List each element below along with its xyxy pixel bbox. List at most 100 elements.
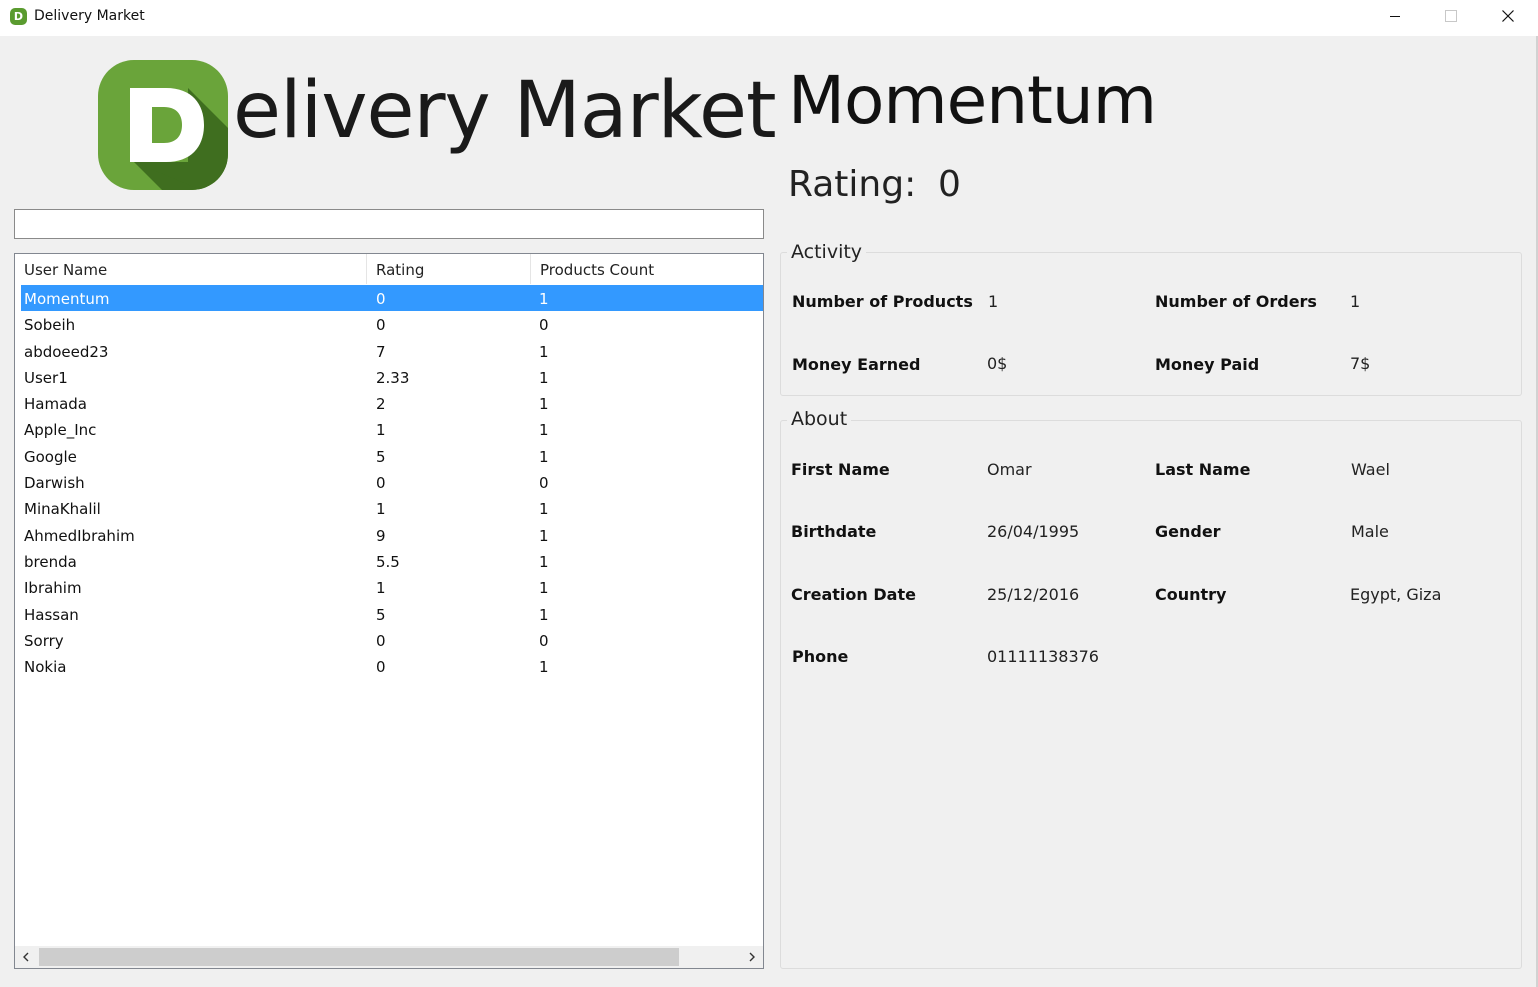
table-row[interactable]: Sorry 0 0 — [21, 627, 763, 653]
about-group — [780, 420, 1522, 969]
money-earned-label: Money Earned — [792, 355, 921, 374]
cell-products-count: 1 — [539, 526, 549, 545]
table-row[interactable]: AhmedIbrahim 9 1 — [21, 522, 763, 548]
chevron-left-icon — [23, 952, 29, 962]
cell-rating: 5.5 — [376, 552, 400, 571]
cell-rating: 9 — [376, 526, 386, 545]
logo-text: elivery Market — [233, 66, 777, 156]
cell-products-count: 1 — [539, 579, 549, 598]
table-row[interactable]: Nokia 0 1 — [21, 653, 763, 679]
creation-date-value: 25/12/2016 — [987, 585, 1080, 604]
table-row[interactable]: abdoeed23 7 1 — [21, 338, 763, 364]
cell-rating: 1 — [376, 579, 386, 598]
cell-user-name: Hassan — [24, 605, 79, 624]
chevron-right-icon — [749, 952, 755, 962]
cell-rating: 2.33 — [376, 368, 410, 387]
cell-rating: 1 — [376, 421, 386, 440]
money-paid-value: 7$ — [1350, 354, 1371, 373]
app-icon: D — [10, 8, 27, 25]
cell-user-name: User1 — [24, 368, 68, 387]
gender-label: Gender — [1155, 522, 1221, 541]
cell-products-count: 1 — [539, 552, 549, 571]
title-bar: D Delivery Market — [0, 0, 1538, 36]
cell-user-name: Apple_Inc — [24, 421, 97, 440]
cell-products-count: 1 — [539, 368, 549, 387]
cell-user-name: Sobeih — [24, 316, 76, 335]
cell-products-count: 1 — [539, 421, 549, 440]
phone-value: 01111138376 — [987, 647, 1099, 666]
cell-products-count: 1 — [539, 500, 549, 519]
horizontal-scrollbar[interactable] — [15, 946, 763, 968]
profile-name: Momentum — [788, 62, 1157, 139]
cell-user-name: AhmedIbrahim — [24, 526, 135, 545]
last-name-label: Last Name — [1155, 460, 1251, 479]
scroll-right-button[interactable] — [741, 946, 763, 968]
creation-date-label: Creation Date — [791, 585, 916, 604]
about-group-title: About — [787, 408, 852, 430]
minimize-icon — [1390, 16, 1400, 17]
activity-group — [780, 252, 1522, 396]
cell-rating: 0 — [376, 316, 386, 335]
close-icon — [1502, 10, 1514, 22]
cell-user-name: Nokia — [24, 658, 67, 677]
scroll-left-button[interactable] — [15, 946, 37, 968]
money-earned-value: 0$ — [987, 354, 1008, 373]
table-row[interactable]: Hassan 5 1 — [21, 601, 763, 627]
table-row[interactable]: Sobeih 0 0 — [21, 311, 763, 337]
table-row[interactable]: Hamada 2 1 — [21, 390, 763, 416]
scrollbar-thumb[interactable] — [39, 948, 679, 966]
cell-products-count: 1 — [539, 447, 549, 466]
first-name-value: Omar — [987, 460, 1032, 479]
users-list-view[interactable]: User Name Rating Products Count Momentum… — [14, 253, 764, 969]
table-row[interactable]: Darwish 0 0 — [21, 469, 763, 495]
window-title: Delivery Market — [34, 8, 145, 24]
cell-user-name: abdoeed23 — [24, 342, 109, 361]
number-of-products-label: Number of Products — [792, 292, 973, 311]
list-header: User Name Rating Products Count — [15, 254, 763, 284]
column-header-user-name[interactable]: User Name — [15, 254, 367, 284]
birthdate-value: 26/04/1995 — [987, 522, 1080, 541]
cell-rating: 5 — [376, 605, 386, 624]
country-value: Egypt, Giza — [1350, 585, 1442, 604]
country-label: Country — [1155, 585, 1227, 604]
cell-products-count: 1 — [539, 658, 549, 677]
close-button[interactable] — [1480, 0, 1536, 32]
maximize-button[interactable] — [1423, 0, 1479, 32]
phone-label: Phone — [792, 647, 849, 666]
cell-user-name: Hamada — [24, 395, 87, 414]
column-header-rating[interactable]: Rating — [367, 254, 531, 284]
gender-value: Male — [1351, 522, 1389, 541]
first-name-label: First Name — [791, 460, 890, 479]
table-row[interactable]: Momentum 0 1 — [21, 285, 763, 312]
list-rows: Momentum 0 1 Sobeih 0 0 abdoeed23 7 1 User1 2.33 1 H… — [21, 285, 763, 679]
table-row[interactable]: Apple_Inc 1 1 — [21, 416, 763, 442]
table-row[interactable]: Ibrahim 1 1 — [21, 574, 763, 600]
cell-user-name: Sorry — [24, 631, 64, 650]
money-paid-label: Money Paid — [1155, 355, 1260, 374]
cell-rating: 0 — [376, 474, 386, 493]
table-row[interactable]: Google 5 1 — [21, 443, 763, 469]
cell-products-count: 1 — [539, 290, 549, 308]
search-input[interactable] — [14, 209, 764, 239]
table-row[interactable]: brenda 5.5 1 — [21, 548, 763, 574]
table-row[interactable]: User1 2.33 1 — [21, 364, 763, 390]
cell-products-count: 0 — [539, 631, 549, 650]
birthdate-label: Birthdate — [791, 522, 877, 541]
maximize-icon — [1445, 10, 1457, 22]
number-of-orders-value: 1 — [1350, 292, 1361, 311]
cell-products-count: 1 — [539, 395, 549, 414]
activity-group-title: Activity — [787, 241, 867, 263]
cell-user-name: Darwish — [24, 474, 85, 493]
cell-rating: 5 — [376, 447, 386, 466]
number-of-orders-label: Number of Orders — [1155, 292, 1317, 311]
column-header-products-count[interactable]: Products Count — [531, 254, 763, 284]
table-row[interactable]: MinaKhalil 1 1 — [21, 495, 763, 521]
cell-rating: 0 — [376, 631, 386, 650]
cell-rating: 0 — [376, 290, 386, 308]
cell-rating: 0 — [376, 658, 386, 677]
minimize-button[interactable] — [1367, 0, 1423, 32]
cell-products-count: 0 — [539, 474, 549, 493]
number-of-products-value: 1 — [988, 292, 999, 311]
cell-rating: 1 — [376, 500, 386, 519]
rating-label: Rating: — [788, 164, 917, 205]
